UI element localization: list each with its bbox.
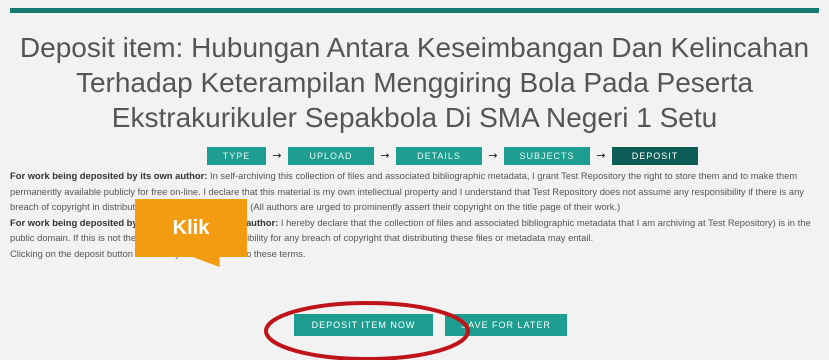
step-subjects[interactable]: SUBJECTS — [504, 147, 590, 165]
workflow-steps: TYPE → UPLOAD → DETAILS → SUBJECTS → DEP… — [207, 147, 698, 165]
top-accent-bar — [10, 8, 819, 13]
step-upload[interactable]: UPLOAD — [288, 147, 374, 165]
highlight-ellipse-shape — [264, 301, 470, 360]
klik-callout: Klik — [135, 199, 247, 257]
highlight-circle-annotation — [264, 301, 470, 360]
arrow-right-icon: → — [596, 149, 606, 162]
arrow-right-icon: → — [272, 149, 282, 162]
step-deposit: DEPOSIT — [612, 147, 698, 165]
deposit-terms: For work being deposited by its own auth… — [10, 168, 822, 261]
arrow-right-icon: → — [380, 149, 390, 162]
step-type[interactable]: TYPE — [207, 147, 266, 165]
own-author-heading: For work being deposited by its own auth… — [10, 170, 208, 181]
step-details[interactable]: DETAILS — [396, 147, 482, 165]
page-title: Deposit item: Hubungan Antara Keseimbang… — [19, 32, 810, 133]
arrow-right-icon: → — [488, 149, 498, 162]
